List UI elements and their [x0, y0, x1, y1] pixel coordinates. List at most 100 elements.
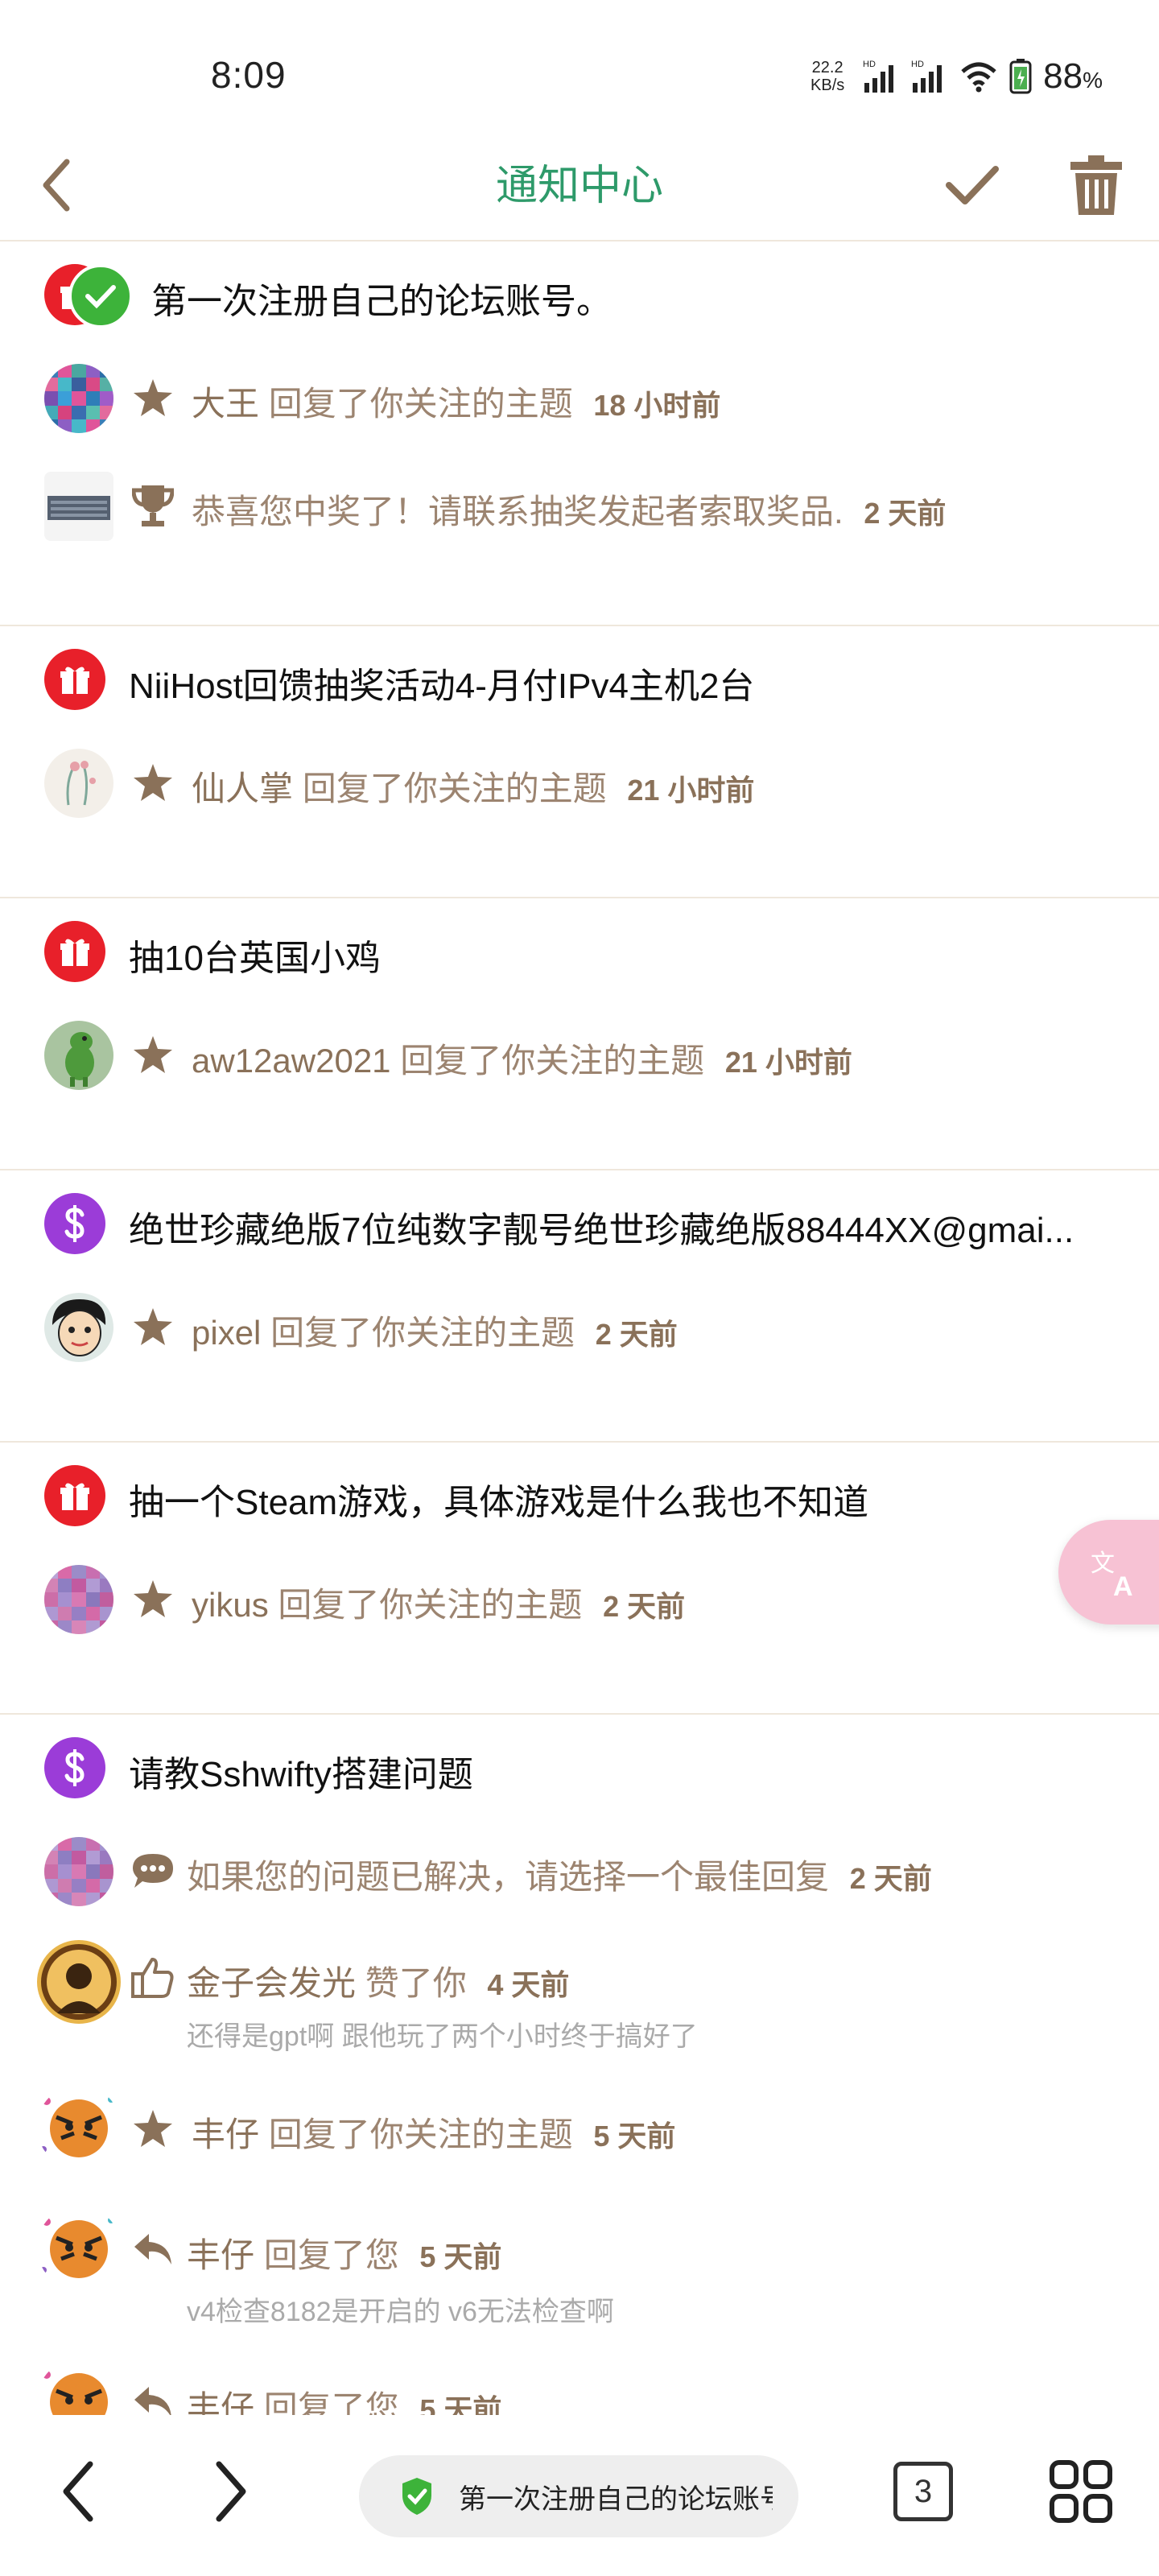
notification-action: 如果您的问题已解决，请选择一个最佳回复	[187, 1858, 830, 1896]
notification-item[interactable]: yikus 回复了你关注的主题 2 天前	[0, 1555, 1159, 1644]
notification-item[interactable]: 丰仔 回复了您 5 天前 v4检查8182是开启的 v6无法检查啊	[0, 2206, 1159, 2334]
signal-icon: HD	[911, 60, 942, 93]
notification-user[interactable]: 丰仔	[187, 2236, 254, 2274]
topic-header[interactable]: 抽10台英国小鸡	[0, 898, 1159, 995]
notification-excerpt: 还得是gpt啊 跟他玩了两个小时终于搞好了	[187, 2021, 698, 2052]
avatar	[44, 1021, 113, 1090]
translate-icon: 文 A	[1091, 1550, 1133, 1600]
status-indicators: 22.2 KB/s HD HD 88%	[803, 56, 1103, 97]
notification-user[interactable]: 大王	[192, 385, 259, 423]
topic-header[interactable]: 绝世珍藏绝版7位纯数字靓号绝世珍藏绝版88444XX@gmai...	[0, 1170, 1159, 1267]
avatar	[37, 2206, 121, 2289]
check-icon	[946, 166, 999, 204]
shield-check-icon	[402, 2478, 431, 2515]
thumbs-up-icon	[130, 1955, 175, 2000]
notification-user[interactable]: pixel	[192, 1314, 261, 1352]
delete-all-button[interactable]	[1056, 145, 1136, 225]
svg-text:HD: HD	[911, 60, 924, 69]
topic-header[interactable]: 第一次注册自己的论坛账号。	[0, 242, 1159, 338]
notification-item[interactable]: aw12aw2021 回复了你关注的主题 21 小时前	[0, 1011, 1159, 1100]
menu-button[interactable]	[1037, 2447, 1125, 2536]
browser-bottom-bar: 第一次注册自己的论坛账号。 3	[0, 2415, 1159, 2576]
notification-excerpt: v4检查8182是开启的 v6无法检查啊	[187, 2297, 614, 2327]
trophy-icon	[130, 483, 175, 528]
avatar	[44, 749, 113, 818]
avatar	[44, 1565, 113, 1634]
topic-section: 第一次注册自己的论坛账号。 大王 回复了你关注的主题 18 小时前 恭喜您中奖了…	[0, 242, 1159, 626]
network-speed-value: 22.2	[811, 59, 843, 76]
notification-user[interactable]: 丰仔	[187, 2389, 254, 2415]
notification-action: 回复了你关注的主题	[268, 2116, 573, 2153]
tabs-button[interactable]: 3	[879, 2447, 967, 2536]
notification-user[interactable]: 丰仔	[192, 2116, 259, 2153]
topic-title: NiiHost回馈抽奖活动4-月付IPv4主机2台	[129, 667, 755, 706]
star-icon	[130, 760, 175, 805]
topic-section: 抽一个Steam游戏，具体游戏是什么我也不知道 yikus 回复了你关注的主题 …	[0, 1443, 1159, 1715]
battery-icon	[1009, 59, 1032, 94]
topic-title: 绝世珍藏绝版7位纯数字靓号绝世珍藏绝版88444XX@gmai...	[129, 1211, 1074, 1250]
translate-button[interactable]: 文 A	[1058, 1520, 1159, 1624]
notification-text: 大王 回复了你关注的主题 18 小时前	[192, 377, 720, 426]
notification-time: 2 天前	[849, 1862, 932, 1895]
browser-forward-button[interactable]	[187, 2447, 275, 2536]
reply-icon	[130, 2227, 175, 2272]
notification-text: 丰仔 回复了您 5 天前	[187, 2228, 501, 2277]
comment-icon	[130, 1848, 175, 1893]
topic-header[interactable]: 请教Sshwifty搭建问题	[0, 1715, 1159, 1811]
notification-item[interactable]: 丰仔 回复了您 5 天前	[0, 2359, 1159, 2415]
notification-text: 丰仔 回复了你关注的主题 5 天前	[192, 2107, 675, 2157]
notification-item[interactable]: 大王 回复了你关注的主题 18 小时前	[0, 354, 1159, 443]
notification-action: 回复了你关注的主题	[278, 1586, 583, 1624]
notification-text: 仙人掌 回复了你关注的主题 21 小时前	[192, 762, 754, 811]
tab-count: 3	[893, 2462, 953, 2521]
topic-title: 请教Sshwifty搭建问题	[129, 1755, 473, 1794]
notification-user[interactable]: aw12aw2021	[192, 1042, 391, 1080]
star-icon	[130, 1032, 175, 1077]
notification-item[interactable]: pixel 回复了你关注的主题 2 天前	[0, 1283, 1159, 1372]
notification-user[interactable]: 仙人掌	[192, 770, 293, 807]
notification-text: 恭喜您中奖了！请联系抽奖发起者索取奖品. 2 天前	[192, 485, 946, 534]
notification-user[interactable]: 金子会发光	[187, 1964, 356, 2002]
address-bar[interactable]: 第一次注册自己的论坛账号。	[359, 2455, 798, 2537]
notification-item[interactable]: 如果您的问题已解决，请选择一个最佳回复 2 天前	[0, 1827, 1159, 1916]
topic-section: 请教Sshwifty搭建问题 如果您的问题已解决，请选择一个最佳回复 2 天前	[0, 1715, 1159, 2415]
notification-time: 2 天前	[603, 1590, 686, 1623]
star-icon	[130, 1304, 175, 1349]
gift-icon	[44, 649, 105, 710]
svg-text:HD: HD	[863, 60, 876, 69]
topic-header[interactable]: NiiHost回馈抽奖活动4-月付IPv4主机2台	[0, 626, 1159, 723]
notification-action: 回复了你关注的主题	[302, 770, 607, 807]
topic-title: 抽10台英国小鸡	[129, 939, 381, 978]
browser-back-button[interactable]	[34, 2447, 122, 2536]
network-speed-unit: KB/s	[810, 76, 845, 94]
notification-item[interactable]: 丰仔 回复了你关注的主题 5 天前	[0, 2085, 1159, 2174]
notification-action: 回复了你关注的主题	[268, 385, 573, 423]
notification-time: 4 天前	[487, 1968, 570, 2001]
reply-icon	[130, 2380, 175, 2415]
notification-text: yikus 回复了你关注的主题 2 天前	[192, 1578, 685, 1627]
avatar	[37, 2359, 121, 2415]
notification-time: 2 天前	[595, 1318, 678, 1351]
notification-item[interactable]: 仙人掌 回复了你关注的主题 21 小时前	[0, 739, 1159, 828]
mark-all-read-button[interactable]	[932, 145, 1013, 225]
notification-item[interactable]: 恭喜您中奖了！请联系抽奖发起者索取奖品. 2 天前	[0, 462, 1159, 551]
star-icon	[130, 2106, 175, 2151]
topic-title: 第一次注册自己的论坛账号。	[151, 282, 612, 321]
notification-action: 回复了您	[263, 2236, 399, 2274]
grid-icon	[1050, 2460, 1112, 2523]
notification-item[interactable]: 金子会发光 赞了你 4 天前 还得是gpt啊 跟他玩了两个小时终于搞好了	[0, 1940, 1159, 2069]
network-speed: 22.2 KB/s	[803, 59, 852, 94]
trash-icon	[1070, 155, 1122, 215]
dollar-icon	[44, 1193, 105, 1254]
notification-time: 21 小时前	[724, 1046, 852, 1079]
topic-section: 抽10台英国小鸡 aw12aw2021 回复了你关注的主题 21 小时前	[0, 898, 1159, 1170]
topic-section: NiiHost回馈抽奖活动4-月付IPv4主机2台 仙人掌 回复了你关注的主题 …	[0, 626, 1159, 898]
gift-icon	[44, 921, 105, 982]
notification-time: 18 小时前	[593, 389, 721, 422]
topic-header[interactable]: 抽一个Steam游戏，具体游戏是什么我也不知道	[0, 1443, 1159, 1539]
notification-action: 回复了您	[263, 2389, 399, 2415]
app-header: 通知中心	[0, 129, 1159, 242]
chevron-left-icon	[63, 2461, 93, 2522]
notification-user[interactable]: yikus	[192, 1586, 269, 1624]
check-circle-icon	[68, 264, 133, 328]
